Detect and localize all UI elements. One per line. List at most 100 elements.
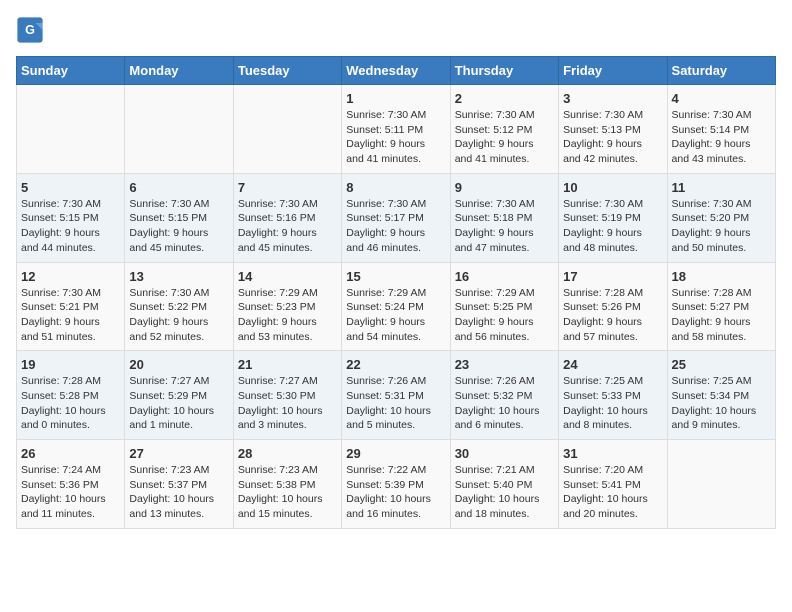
weekday-header-sunday: Sunday	[17, 57, 125, 85]
day-info: Sunrise: 7:30 AM Sunset: 5:17 PM Dayligh…	[346, 197, 445, 256]
calendar-cell: 30 Sunrise: 7:21 AM Sunset: 5:40 PM Dayli…	[450, 440, 558, 529]
day-info: Sunrise: 7:25 AM Sunset: 5:33 PM Dayligh…	[563, 374, 662, 433]
calendar-cell: 6 Sunrise: 7:30 AM Sunset: 5:15 PM Daylig…	[125, 173, 233, 262]
calendar-cell: 22 Sunrise: 7:26 AM Sunset: 5:31 PM Dayli…	[342, 351, 450, 440]
day-info: Sunrise: 7:30 AM Sunset: 5:21 PM Dayligh…	[21, 286, 120, 345]
calendar-cell: 7 Sunrise: 7:30 AM Sunset: 5:16 PM Daylig…	[233, 173, 341, 262]
calendar-cell	[125, 85, 233, 174]
calendar-cell: 12 Sunrise: 7:30 AM Sunset: 5:21 PM Dayli…	[17, 262, 125, 351]
day-info: Sunrise: 7:26 AM Sunset: 5:31 PM Dayligh…	[346, 374, 445, 433]
calendar-table: SundayMondayTuesdayWednesdayThursdayFrid…	[16, 56, 776, 529]
day-number: 8	[346, 180, 445, 195]
day-number: 26	[21, 446, 120, 461]
day-number: 22	[346, 357, 445, 372]
calendar-cell: 27 Sunrise: 7:23 AM Sunset: 5:37 PM Dayli…	[125, 440, 233, 529]
calendar-cell: 3Sunrise: 7:30 AM Sunset: 5:13 PM Daylig…	[559, 85, 667, 174]
calendar-cell: 8 Sunrise: 7:30 AM Sunset: 5:17 PM Daylig…	[342, 173, 450, 262]
day-number: 6	[129, 180, 228, 195]
calendar-cell: 5 Sunrise: 7:30 AM Sunset: 5:15 PM Daylig…	[17, 173, 125, 262]
calendar-cell: 31Sunrise: 7:20 AM Sunset: 5:41 PM Dayli…	[559, 440, 667, 529]
day-number: 27	[129, 446, 228, 461]
day-info: Sunrise: 7:23 AM Sunset: 5:37 PM Dayligh…	[129, 463, 228, 522]
day-number: 11	[672, 180, 771, 195]
day-info: Sunrise: 7:29 AM Sunset: 5:24 PM Dayligh…	[346, 286, 445, 345]
calendar-cell: 21 Sunrise: 7:27 AM Sunset: 5:30 PM Dayli…	[233, 351, 341, 440]
calendar-cell	[233, 85, 341, 174]
calendar-cell	[667, 440, 775, 529]
day-number: 12	[21, 269, 120, 284]
calendar-cell: 23 Sunrise: 7:26 AM Sunset: 5:32 PM Dayli…	[450, 351, 558, 440]
day-info: Sunrise: 7:27 AM Sunset: 5:30 PM Dayligh…	[238, 374, 337, 433]
calendar-cell: 16 Sunrise: 7:29 AM Sunset: 5:25 PM Dayli…	[450, 262, 558, 351]
svg-text:G: G	[25, 23, 35, 37]
logo: G	[16, 16, 48, 44]
calendar-cell: 15Sunrise: 7:29 AM Sunset: 5:24 PM Dayli…	[342, 262, 450, 351]
calendar-cell: 10Sunrise: 7:30 AM Sunset: 5:19 PM Dayli…	[559, 173, 667, 262]
day-info: Sunrise: 7:21 AM Sunset: 5:40 PM Dayligh…	[455, 463, 554, 522]
day-number: 21	[238, 357, 337, 372]
day-info: Sunrise: 7:30 AM Sunset: 5:16 PM Dayligh…	[238, 197, 337, 256]
day-info: Sunrise: 7:26 AM Sunset: 5:32 PM Dayligh…	[455, 374, 554, 433]
day-info: Sunrise: 7:30 AM Sunset: 5:20 PM Dayligh…	[672, 197, 771, 256]
day-number: 31	[563, 446, 662, 461]
day-number: 24	[563, 357, 662, 372]
calendar-cell: 11 Sunrise: 7:30 AM Sunset: 5:20 PM Dayli…	[667, 173, 775, 262]
week-row-3: 12 Sunrise: 7:30 AM Sunset: 5:21 PM Dayli…	[17, 262, 776, 351]
day-info: Sunrise: 7:22 AM Sunset: 5:39 PM Dayligh…	[346, 463, 445, 522]
day-info: Sunrise: 7:29 AM Sunset: 5:25 PM Dayligh…	[455, 286, 554, 345]
calendar-cell: 24 Sunrise: 7:25 AM Sunset: 5:33 PM Dayli…	[559, 351, 667, 440]
day-info: Sunrise: 7:30 AM Sunset: 5:15 PM Dayligh…	[129, 197, 228, 256]
day-info: Sunrise: 7:30 AM Sunset: 5:22 PM Dayligh…	[129, 286, 228, 345]
day-number: 20	[129, 357, 228, 372]
week-row-4: 19Sunrise: 7:28 AM Sunset: 5:28 PM Dayli…	[17, 351, 776, 440]
weekday-header-saturday: Saturday	[667, 57, 775, 85]
week-row-5: 26 Sunrise: 7:24 AM Sunset: 5:36 PM Dayli…	[17, 440, 776, 529]
calendar-cell: 17Sunrise: 7:28 AM Sunset: 5:26 PM Dayli…	[559, 262, 667, 351]
calendar-cell: 14 Sunrise: 7:29 AM Sunset: 5:23 PM Dayli…	[233, 262, 341, 351]
day-number: 7	[238, 180, 337, 195]
calendar-cell: 20 Sunrise: 7:27 AM Sunset: 5:29 PM Dayli…	[125, 351, 233, 440]
day-number: 13	[129, 269, 228, 284]
day-info: Sunrise: 7:23 AM Sunset: 5:38 PM Dayligh…	[238, 463, 337, 522]
day-info: Sunrise: 7:30 AM Sunset: 5:15 PM Dayligh…	[21, 197, 120, 256]
day-info: Sunrise: 7:24 AM Sunset: 5:36 PM Dayligh…	[21, 463, 120, 522]
day-info: Sunrise: 7:30 AM Sunset: 5:19 PM Dayligh…	[563, 197, 662, 256]
day-number: 16	[455, 269, 554, 284]
day-number: 9	[455, 180, 554, 195]
calendar-cell	[17, 85, 125, 174]
day-info: Sunrise: 7:28 AM Sunset: 5:27 PM Dayligh…	[672, 286, 771, 345]
day-info: Sunrise: 7:29 AM Sunset: 5:23 PM Dayligh…	[238, 286, 337, 345]
calendar-cell: 2Sunrise: 7:30 AM Sunset: 5:12 PM Daylig…	[450, 85, 558, 174]
calendar-cell: 25Sunrise: 7:25 AM Sunset: 5:34 PM Dayli…	[667, 351, 775, 440]
day-number: 3	[563, 91, 662, 106]
day-number: 28	[238, 446, 337, 461]
logo-icon: G	[16, 16, 44, 44]
day-info: Sunrise: 7:28 AM Sunset: 5:26 PM Dayligh…	[563, 286, 662, 345]
weekday-header-row: SundayMondayTuesdayWednesdayThursdayFrid…	[17, 57, 776, 85]
day-number: 23	[455, 357, 554, 372]
day-info: Sunrise: 7:25 AM Sunset: 5:34 PM Dayligh…	[672, 374, 771, 433]
calendar-cell: 28 Sunrise: 7:23 AM Sunset: 5:38 PM Dayli…	[233, 440, 341, 529]
day-number: 30	[455, 446, 554, 461]
week-row-2: 5 Sunrise: 7:30 AM Sunset: 5:15 PM Daylig…	[17, 173, 776, 262]
day-number: 2	[455, 91, 554, 106]
day-info: Sunrise: 7:30 AM Sunset: 5:11 PM Dayligh…	[346, 108, 445, 167]
day-number: 4	[672, 91, 771, 106]
day-number: 1	[346, 91, 445, 106]
day-info: Sunrise: 7:30 AM Sunset: 5:18 PM Dayligh…	[455, 197, 554, 256]
calendar-cell: 19Sunrise: 7:28 AM Sunset: 5:28 PM Dayli…	[17, 351, 125, 440]
calendar-cell: 29Sunrise: 7:22 AM Sunset: 5:39 PM Dayli…	[342, 440, 450, 529]
calendar-cell: 26 Sunrise: 7:24 AM Sunset: 5:36 PM Dayli…	[17, 440, 125, 529]
day-info: Sunrise: 7:27 AM Sunset: 5:29 PM Dayligh…	[129, 374, 228, 433]
weekday-header-friday: Friday	[559, 57, 667, 85]
calendar-cell: 18Sunrise: 7:28 AM Sunset: 5:27 PM Dayli…	[667, 262, 775, 351]
calendar-cell: 13 Sunrise: 7:30 AM Sunset: 5:22 PM Dayli…	[125, 262, 233, 351]
day-info: Sunrise: 7:28 AM Sunset: 5:28 PM Dayligh…	[21, 374, 120, 433]
calendar-cell: 1 Sunrise: 7:30 AM Sunset: 5:11 PM Daylig…	[342, 85, 450, 174]
page-header: G	[16, 16, 776, 44]
day-number: 5	[21, 180, 120, 195]
day-number: 14	[238, 269, 337, 284]
calendar-cell: 4Sunrise: 7:30 AM Sunset: 5:14 PM Daylig…	[667, 85, 775, 174]
weekday-header-tuesday: Tuesday	[233, 57, 341, 85]
weekday-header-wednesday: Wednesday	[342, 57, 450, 85]
